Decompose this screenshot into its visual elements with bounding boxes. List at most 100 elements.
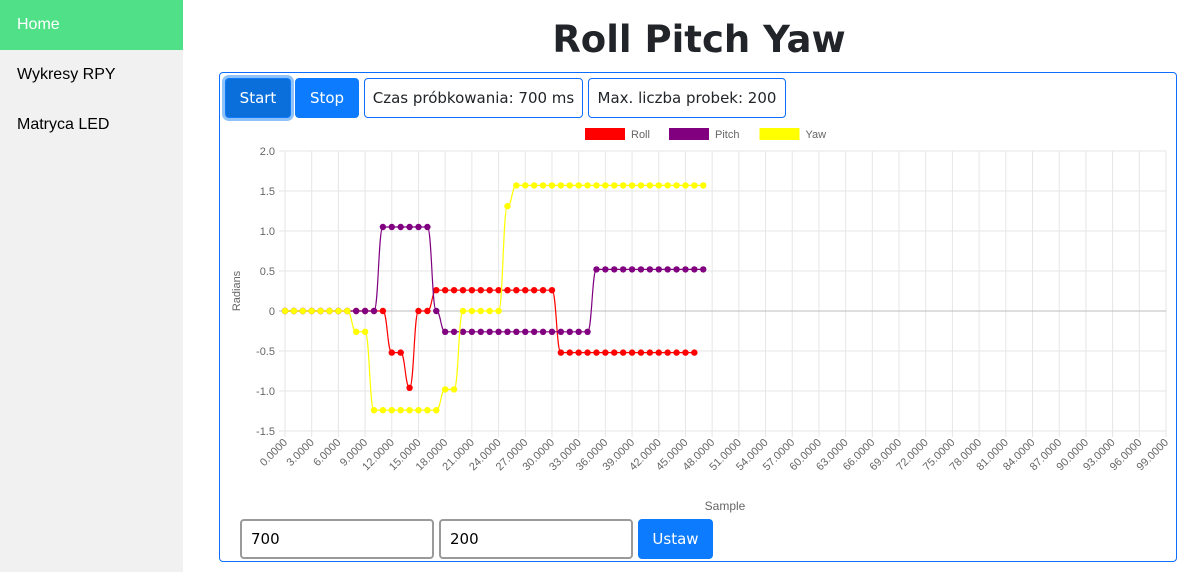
data-point-yaw <box>344 307 351 315</box>
data-point-roll <box>566 349 573 356</box>
legend-label-yaw: Yaw <box>806 129 827 141</box>
y-axis-label: Radians <box>231 270 243 311</box>
data-point-pitch <box>415 223 422 231</box>
data-point-pitch <box>548 328 556 335</box>
data-point-pitch <box>637 266 645 273</box>
y-tick-label: -0.5 <box>256 346 275 358</box>
data-point-yaw <box>486 307 493 315</box>
data-point-pitch <box>611 266 618 273</box>
page-title: Roll Pitch Yaw <box>552 18 846 61</box>
data-point-pitch <box>406 223 413 231</box>
y-tick-label: -1.5 <box>256 426 275 438</box>
data-point-yaw <box>326 307 333 315</box>
y-tick-label: 0.5 <box>260 266 275 278</box>
data-point-roll <box>646 349 654 356</box>
data-point-roll <box>504 287 511 294</box>
sampling-time-button[interactable]: Czas próbkowania: 700 ms <box>364 78 583 118</box>
data-point-roll <box>468 287 476 294</box>
data-point-pitch <box>361 307 369 315</box>
data-point-yaw <box>628 182 636 189</box>
data-point-yaw <box>530 182 538 189</box>
data-point-yaw <box>504 203 511 210</box>
data-point-pitch <box>522 328 529 335</box>
data-point-yaw <box>495 307 502 315</box>
data-point-roll <box>459 287 467 294</box>
stop-button[interactable]: Stop <box>295 78 359 118</box>
max-samples-input[interactable]: 200 <box>439 519 633 559</box>
data-point-pitch <box>700 266 707 273</box>
data-point-pitch <box>646 266 654 273</box>
series-line-pitch <box>284 226 704 333</box>
data-point-roll <box>539 287 547 294</box>
data-point-yaw <box>415 407 422 414</box>
data-point-pitch <box>539 328 547 335</box>
data-point-roll <box>379 307 387 315</box>
data-point-yaw <box>379 407 387 414</box>
data-point-pitch <box>566 328 573 335</box>
data-point-roll <box>388 349 395 356</box>
data-point-roll <box>433 287 440 294</box>
data-point-roll <box>530 287 538 294</box>
data-point-yaw <box>477 307 484 315</box>
data-point-yaw <box>317 307 324 315</box>
y-tick-label: 2.0 <box>260 146 275 158</box>
set-button[interactable]: Ustaw <box>638 519 713 559</box>
data-point-roll <box>424 307 431 315</box>
series-line-yaw <box>284 184 704 411</box>
data-point-pitch <box>433 307 440 315</box>
data-point-yaw <box>513 182 520 189</box>
data-point-roll <box>397 349 404 356</box>
data-point-roll <box>637 349 645 356</box>
series-line-roll <box>284 289 695 389</box>
data-point-yaw <box>361 328 369 335</box>
data-point-yaw <box>557 182 565 189</box>
data-point-pitch <box>557 328 565 335</box>
data-point-pitch <box>450 328 458 335</box>
x-tick-label: 3.0000 <box>285 437 317 469</box>
data-point-yaw <box>637 182 645 189</box>
data-point-roll <box>557 349 565 356</box>
sidebar-item-wykresy-rpy[interactable]: Wykresy RPY <box>0 50 183 100</box>
x-axis-ticks: 0.00003.00006.00009.000012.000015.000018… <box>258 437 1171 474</box>
x-tick-label: 6.0000 <box>311 437 343 469</box>
data-point-pitch <box>397 223 404 231</box>
data-point-yaw <box>441 386 449 393</box>
data-point-pitch <box>513 328 520 335</box>
data-point-yaw <box>593 182 600 189</box>
y-tick-label: 1.0 <box>260 226 275 238</box>
data-point-roll <box>513 287 520 294</box>
chart-grid <box>279 150 1167 437</box>
data-point-yaw <box>584 182 591 189</box>
data-point-roll <box>611 349 618 356</box>
data-point-pitch <box>593 266 600 273</box>
sidebar-item-home[interactable]: Home <box>0 0 183 50</box>
data-point-roll <box>486 287 493 294</box>
data-point-yaw <box>370 407 378 414</box>
legend-label-pitch: Pitch <box>715 129 739 141</box>
data-point-yaw <box>424 407 431 414</box>
data-point-roll <box>664 349 671 356</box>
data-point-pitch <box>584 328 591 335</box>
sampling-time-input[interactable]: 700 <box>240 519 434 559</box>
data-point-pitch <box>504 328 511 335</box>
data-point-pitch <box>477 328 484 335</box>
data-point-pitch <box>370 307 378 315</box>
sidebar-item-matryca-led[interactable]: Matryca LED <box>0 100 183 150</box>
data-point-yaw <box>335 307 342 315</box>
data-point-yaw <box>691 182 698 189</box>
data-point-yaw <box>352 328 360 335</box>
data-point-yaw <box>682 182 689 189</box>
data-point-pitch <box>486 328 493 335</box>
data-point-yaw <box>281 307 289 315</box>
data-point-pitch <box>682 266 689 273</box>
data-point-pitch <box>628 266 636 273</box>
chart-panel: Start Stop Czas próbkowania: 700 ms Max.… <box>219 72 1177 562</box>
max-samples-button[interactable]: Max. liczba probek: 200 <box>588 78 786 118</box>
data-point-yaw <box>548 182 556 189</box>
data-point-pitch <box>352 307 360 315</box>
data-point-yaw <box>619 182 627 189</box>
x-axis-label: Sample <box>705 499 746 513</box>
start-button[interactable]: Start <box>225 78 291 118</box>
data-point-yaw <box>522 182 529 189</box>
y-tick-label: 0 <box>269 306 275 318</box>
